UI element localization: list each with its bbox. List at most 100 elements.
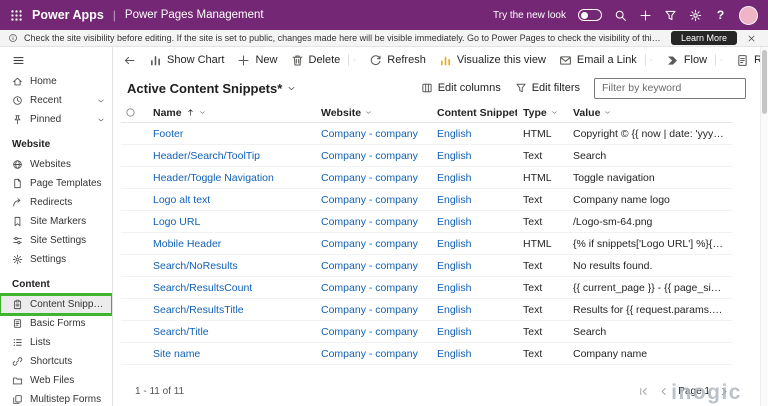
select-all-checkbox[interactable] — [121, 107, 147, 118]
help-icon[interactable]: ? — [714, 8, 727, 22]
table-row[interactable]: Search/TitleCompany - companyEnglishText… — [121, 321, 732, 343]
website-link[interactable]: Company - company — [321, 326, 418, 338]
website-link[interactable]: Company - company — [321, 282, 418, 294]
column-header-website[interactable]: Website — [315, 107, 431, 119]
filter-icon[interactable] — [664, 9, 677, 22]
sidebar-item-page-templates[interactable]: Page Templates — [0, 174, 112, 193]
chevron-down-icon[interactable] — [348, 54, 356, 66]
back-button[interactable] — [117, 51, 142, 70]
table-row[interactable]: Header/Search/ToolTip Company - company En… — [121, 145, 732, 167]
sidebar-item-content-snippets[interactable]: Content Snippets — [0, 295, 112, 314]
user-avatar[interactable] — [739, 6, 758, 25]
language-link[interactable]: English — [437, 348, 471, 360]
close-icon[interactable] — [747, 34, 756, 43]
table-row[interactable]: Mobile HeaderCompany - companyEnglishHTM… — [121, 233, 732, 255]
settings-gear-icon[interactable] — [689, 9, 702, 22]
website-link[interactable]: Company - company — [321, 194, 418, 206]
sidebar-item-shortcuts[interactable]: Shortcuts — [0, 352, 112, 371]
snippet-name-link[interactable]: Search/ResultsCount — [153, 282, 252, 294]
table-row[interactable]: Logo URLCompany - companyEnglishText/Log… — [121, 211, 732, 233]
snippet-name-link[interactable]: Header/Toggle Navigation — [153, 172, 274, 184]
language-link[interactable]: English — [437, 238, 471, 250]
sidebar-item-websites[interactable]: Websites — [0, 155, 112, 174]
sidebar-item-site-settings[interactable]: Site Settings — [0, 231, 112, 250]
language-link[interactable]: English — [437, 128, 471, 140]
hamburger-menu-icon[interactable] — [0, 50, 28, 72]
sidebar-item-pinned[interactable]: Pinned — [0, 110, 112, 129]
snippet-name-link[interactable]: Mobile Header — [153, 238, 221, 250]
edit-filters-button[interactable]: Edit filters — [515, 82, 580, 94]
chevron-down-icon[interactable] — [97, 97, 105, 105]
new-button[interactable]: New — [231, 51, 283, 70]
table-row[interactable]: Search/ResultsCount Company - company Engl… — [121, 277, 732, 299]
chevron-down-icon[interactable] — [551, 109, 558, 116]
table-row[interactable]: Site nameCompany - companyEnglishTextCom… — [121, 343, 732, 365]
sidebar-item-site-markers[interactable]: Site Markers — [0, 212, 112, 231]
snippet-name-link[interactable]: Header/Search/ToolTip — [153, 150, 260, 162]
refresh-button[interactable]: Refresh — [363, 51, 432, 70]
sidebar-item-redirects[interactable]: Redirects — [0, 193, 112, 212]
delete-button[interactable]: Delete — [285, 51, 363, 70]
language-link[interactable]: English — [437, 282, 471, 294]
snippet-name-link[interactable]: Search/Title — [153, 326, 209, 338]
first-page-icon[interactable] — [638, 386, 649, 397]
column-header-value[interactable]: Value — [567, 107, 732, 119]
chevron-down-icon[interactable] — [97, 116, 105, 124]
scrollbar-thumb[interactable] — [762, 50, 767, 114]
table-row[interactable]: Logo alt textCompany - companyEnglishTex… — [121, 189, 732, 211]
sidebar-item-lists[interactable]: Lists — [0, 333, 112, 352]
sidebar-item-multistep-forms[interactable]: Multistep Forms — [0, 390, 112, 406]
email-a-link-button[interactable]: Email a Link — [553, 51, 659, 70]
language-link[interactable]: English — [437, 260, 471, 272]
add-icon[interactable] — [639, 9, 652, 22]
sidebar-item-home[interactable]: Home — [0, 72, 112, 91]
language-link[interactable]: English — [437, 150, 471, 162]
website-link[interactable]: Company - company — [321, 172, 418, 184]
vertical-scrollbar[interactable] — [760, 47, 768, 406]
website-link[interactable]: Company - company — [321, 304, 418, 316]
filter-by-keyword-input[interactable] — [594, 78, 746, 99]
language-link[interactable]: English — [437, 194, 471, 206]
waffle-icon[interactable] — [10, 9, 23, 22]
sidebar-item-basic-forms[interactable]: Basic Forms — [0, 314, 112, 333]
sidebar-item-web-files[interactable]: Web Files — [0, 371, 112, 390]
view-selector[interactable]: Active Content Snippets* — [127, 81, 296, 96]
table-row[interactable]: Search/ResultsTitleCompany - companyEngl… — [121, 299, 732, 321]
chevron-down-icon[interactable] — [365, 109, 372, 116]
snippet-name-link[interactable]: Search/ResultsTitle — [153, 304, 244, 316]
snippet-name-link[interactable]: Logo alt text — [153, 194, 210, 206]
snippet-name-link[interactable]: Search/NoResults — [153, 260, 238, 272]
edit-columns-button[interactable]: Edit columns — [421, 82, 501, 94]
chevron-down-icon[interactable] — [604, 109, 611, 116]
language-link[interactable]: English — [437, 172, 471, 184]
chevron-down-icon[interactable] — [199, 109, 206, 116]
language-link[interactable]: English — [437, 216, 471, 228]
website-link[interactable]: Company - company — [321, 348, 418, 360]
website-link[interactable]: Company - company — [321, 128, 418, 140]
next-page-icon[interactable] — [719, 386, 730, 397]
column-header-name[interactable]: Name — [147, 107, 315, 119]
column-header-content-snippet-language[interactable]: Content Snippet ... — [431, 107, 517, 119]
website-link[interactable]: Company - company — [321, 216, 418, 228]
previous-page-icon[interactable] — [658, 386, 669, 397]
column-header-type[interactable]: Type — [517, 107, 567, 119]
table-row[interactable]: FooterCompany - companyEnglishHTMLCopyri… — [121, 123, 732, 145]
chevron-down-icon[interactable] — [715, 54, 723, 66]
search-icon[interactable] — [614, 9, 627, 22]
snippet-name-link[interactable]: Footer — [153, 128, 183, 140]
snippet-name-link[interactable]: Logo URL — [153, 216, 200, 228]
app-name[interactable]: Power Apps — [32, 8, 104, 22]
website-link[interactable]: Company - company — [321, 238, 418, 250]
sidebar-item-settings[interactable]: Settings — [0, 250, 112, 269]
learn-more-button[interactable]: Learn More — [671, 31, 737, 45]
sidebar-item-recent[interactable]: Recent — [0, 91, 112, 110]
website-link[interactable]: Company - company — [321, 150, 418, 162]
snippet-name-link[interactable]: Site name — [153, 348, 200, 360]
table-row[interactable]: Header/Toggle Navigation Company - compan… — [121, 167, 732, 189]
website-link[interactable]: Company - company — [321, 260, 418, 272]
table-row[interactable]: Search/NoResults Company - company English… — [121, 255, 732, 277]
show-chart-button[interactable]: Show Chart — [143, 51, 230, 70]
language-link[interactable]: English — [437, 326, 471, 338]
visualize-this-view-button[interactable]: Visualize this view — [433, 51, 552, 70]
chevron-down-icon[interactable] — [645, 54, 653, 66]
